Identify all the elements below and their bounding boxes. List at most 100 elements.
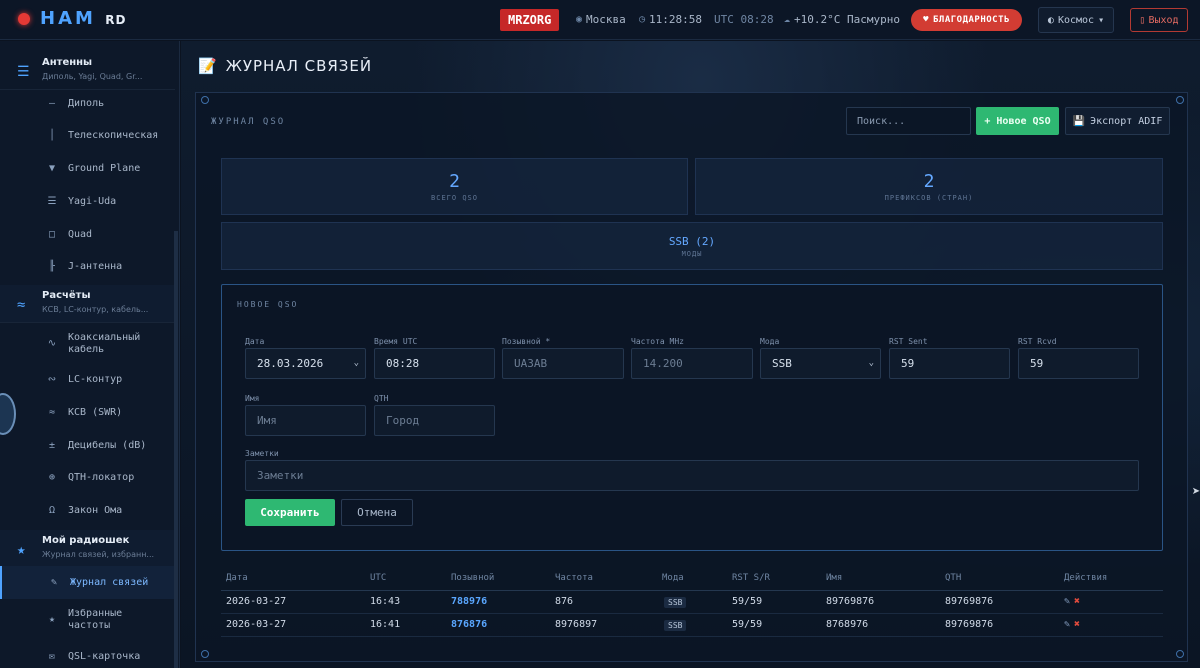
logout-button[interactable]: ▯ Выход <box>1130 8 1188 32</box>
export-adif-button[interactable]: 💾 Экспорт ADIF <box>1065 107 1170 135</box>
cell-rst: 59/59 <box>732 596 763 607</box>
callsign-badge: MRZORG <box>500 9 560 31</box>
table-row: 2026-03-27 16:43 788976 876 SSB 59/59 89… <box>221 592 1163 614</box>
sidebar-item-log[interactable]: ✎ Журнал связей <box>0 566 175 599</box>
logout-label: Выход <box>1148 14 1179 26</box>
cell-actions: ✎ ✖ <box>1064 619 1080 630</box>
stat-prefixes: 2 ПРЕФИКСОВ (СТРАН) <box>695 158 1163 215</box>
save-button[interactable]: Сохранить <box>245 499 335 526</box>
sidebar-item-label: КСВ (SWR) <box>68 407 123 418</box>
group-title: Антенны <box>42 57 93 68</box>
search-input[interactable] <box>846 107 971 135</box>
thanks-button[interactable]: ♥ БЛАГОДАРНОСТЬ <box>911 9 1022 31</box>
sidebar-item-label: QTH-локатор <box>68 472 135 483</box>
date-label: Дата <box>245 337 265 346</box>
edit-icon[interactable]: ✎ <box>1064 596 1070 607</box>
rst-sent-label: RST Sent <box>889 337 928 346</box>
col-header-freq: Частота <box>555 573 593 583</box>
thanks-label: БЛАГОДАРНОСТЬ <box>932 15 1010 25</box>
cell-freq: 8976897 <box>555 619 598 630</box>
notes-field[interactable]: Заметки <box>245 460 1139 491</box>
star-icon: ★ <box>17 542 26 558</box>
delete-icon[interactable]: ✖ <box>1074 596 1080 607</box>
cell-freq: 876 <box>555 596 574 607</box>
time-field[interactable]: 08:28 <box>374 348 495 379</box>
callsign-field[interactable]: UA3AB <box>502 348 624 379</box>
edit-icon[interactable]: ✎ <box>1064 619 1070 630</box>
utc-time: UTC 08:28 <box>714 13 774 26</box>
sidebar-group-calculations[interactable]: ≈ Расчёты КСВ, LC-контур, кабель... <box>0 285 175 323</box>
new-qso-button[interactable]: + Новое QSO <box>976 107 1059 135</box>
qth-label: QTH <box>374 394 389 403</box>
chevron-down-icon: ⌄ <box>353 358 359 368</box>
theme-label: Космос <box>1057 14 1095 26</box>
clock-icon: ◷ <box>639 14 646 25</box>
sidebar-item-label: Избранные частоты <box>68 608 123 631</box>
date-field[interactable]: 28.03.2026 ⌄ <box>245 348 366 379</box>
cloud-icon: ☁ <box>784 14 791 25</box>
notepad-icon: 📝 <box>198 57 218 75</box>
logo-dot-icon <box>18 13 30 25</box>
sidebar-item-label: Quad <box>68 229 93 240</box>
cell-utc: 16:43 <box>370 596 401 607</box>
rst-rcvd-field[interactable]: 59 <box>1018 348 1139 379</box>
table-header <box>221 567 1163 591</box>
log-icon: ✎ <box>50 577 58 588</box>
local-time: ◷ 11:28:58 <box>639 13 702 26</box>
col-header-mode: Мода <box>662 573 684 583</box>
sidebar-item-label: Ground Plane <box>68 163 141 174</box>
page-title: 📝 ЖУРНАЛ СВЯЗЕЙ <box>198 57 372 75</box>
cell-callsign-link[interactable]: 876876 <box>451 619 487 630</box>
floppy-icon: 💾 <box>1072 115 1086 127</box>
mode-value: SSB <box>772 357 792 370</box>
stat-total-qso: 2 ВСЕГО QSO <box>221 158 688 215</box>
cell-mode-badge: SSB <box>664 620 687 631</box>
coax-icon: ∿ <box>47 338 57 349</box>
approx-icon: ≈ <box>17 297 26 313</box>
sidebar-group-shack[interactable]: ★ Мой радиошек Журнал связей, избранн... <box>0 530 175 568</box>
j-antenna-icon: ╟ <box>48 261 56 272</box>
app-logo[interactable]: HAM RD <box>40 8 126 29</box>
lc-icon: ∾ <box>47 374 57 385</box>
col-header-utc: UTC <box>370 573 387 583</box>
cell-rst: 59/59 <box>732 619 763 630</box>
local-time-text: 11:28:58 <box>649 13 703 26</box>
export-label: Экспорт ADIF <box>1090 115 1163 127</box>
freq-label: Частота MHz <box>631 337 684 346</box>
corner-dot-icon <box>1176 96 1184 104</box>
sidebar-group-antennas[interactable]: ☰ Антенны Диполь, Yagi, Quad, Gr... <box>0 52 175 90</box>
group-title: Расчёты <box>42 290 91 301</box>
sidebar-item-coax[interactable]: ∿ Коаксиальный кабель <box>0 332 175 356</box>
logo-main: HAM <box>40 8 96 29</box>
sidebar-item-label: Журнал связей <box>70 577 149 588</box>
telescopic-icon: │ <box>48 130 56 141</box>
cell-mode-badge: SSB <box>664 597 687 608</box>
yagi-icon: ☰ <box>47 196 57 207</box>
sidebar-item-label: LC-контур <box>68 374 123 385</box>
db-icon: ± <box>48 440 56 451</box>
notes-label: Заметки <box>245 449 279 458</box>
dipole-icon: — <box>48 98 56 109</box>
page-title-text: ЖУРНАЛ СВЯЗЕЙ <box>225 57 373 75</box>
theme-select[interactable]: ◐ Космос ▾ <box>1038 7 1114 33</box>
rst-sent-field[interactable]: 59 <box>889 348 1010 379</box>
ground-plane-icon: ▼ <box>48 163 56 174</box>
cell-qth: 89769876 <box>945 619 994 630</box>
sidebar-item-label: Коаксиальный кабель <box>68 332 141 355</box>
sidebar-scrollbar[interactable] <box>174 231 178 668</box>
cancel-button[interactable]: Отмена <box>341 499 413 526</box>
sidebar-item-label: Децибелы (dB) <box>68 440 147 451</box>
name-field[interactable]: Имя <box>245 405 366 436</box>
weather-text: +10.2°C Пасмурно <box>794 13 900 26</box>
cell-callsign-link[interactable]: 788976 <box>451 596 487 607</box>
weather: ☁ +10.2°C Пасмурно <box>784 13 900 26</box>
table-row: 2026-03-27 16:41 876876 8976897 SSB 59/5… <box>221 615 1163 637</box>
mode-select[interactable]: SSB ⌄ <box>760 348 881 379</box>
qth-field[interactable]: Город <box>374 405 495 436</box>
sidebar-item-label: Закон Ома <box>68 505 123 516</box>
freq-field[interactable]: 14.200 <box>631 348 753 379</box>
sidebar-item-label: QSL-карточка <box>68 651 141 662</box>
sidebar-item-favorites[interactable]: ★ Избранные частоты <box>0 608 175 632</box>
delete-icon[interactable]: ✖ <box>1074 619 1080 630</box>
mail-icon: ✉ <box>48 651 56 662</box>
